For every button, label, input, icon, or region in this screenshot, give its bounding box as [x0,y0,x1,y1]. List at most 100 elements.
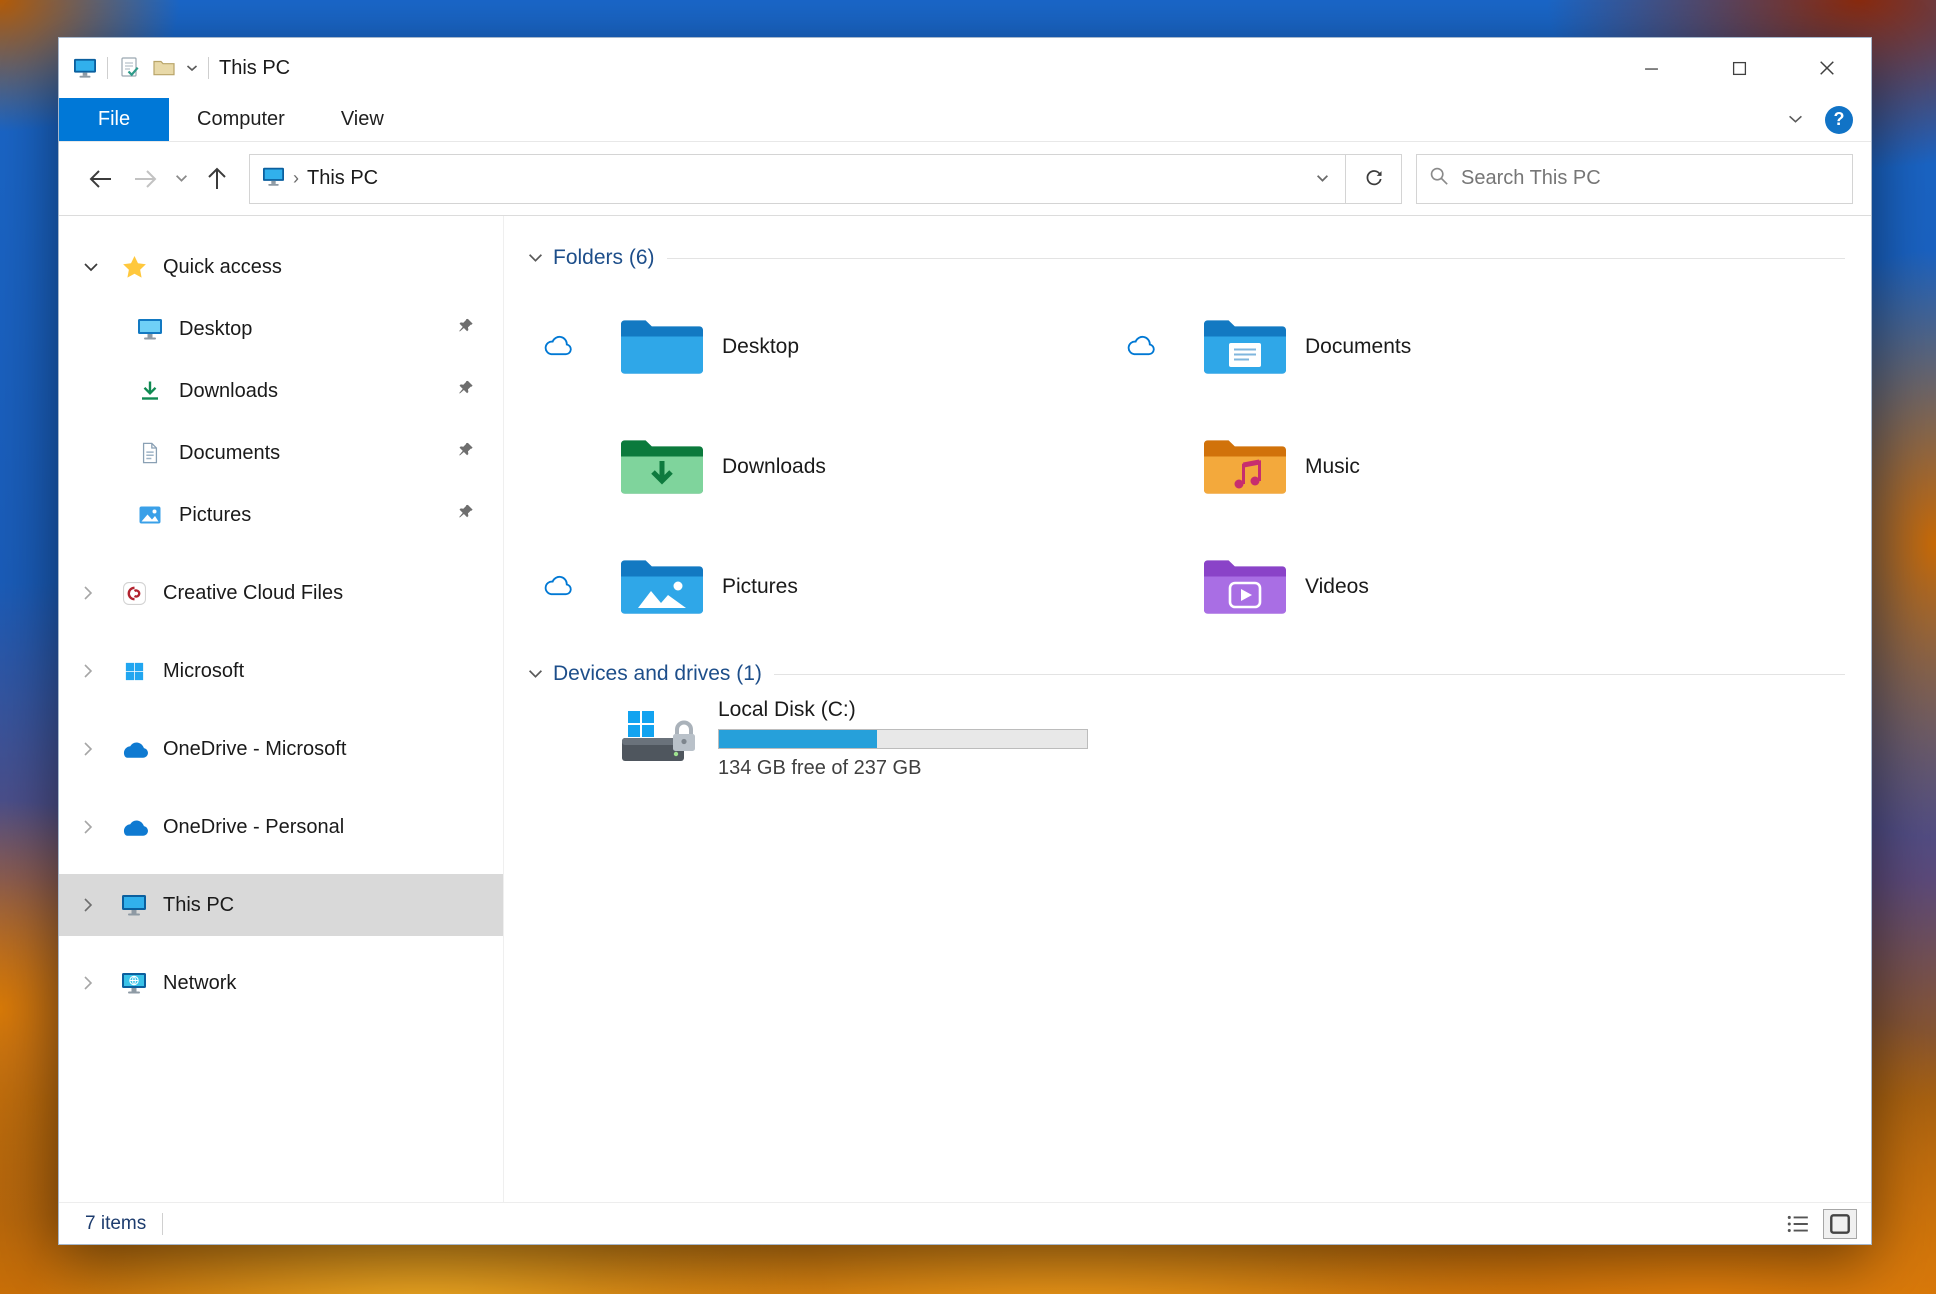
sidebar-item-microsoft[interactable]: Microsoft [59,640,503,702]
close-button[interactable] [1783,38,1871,98]
sidebar-item-creative-cloud-files[interactable]: Creative Cloud Files [59,562,503,624]
chevron-right-icon[interactable] [83,741,117,757]
search-box [1416,153,1853,204]
search-input[interactable] [1461,167,1840,190]
properties-icon[interactable] [118,56,142,80]
tab-computer[interactable]: Computer [169,98,313,141]
sidebar-item-label: This PC [163,893,235,916]
sidebar-item-label: Microsoft [163,659,245,682]
minimize-button[interactable] [1607,38,1695,98]
qat-dropdown-icon[interactable] [186,64,198,72]
sidebar-item-pictures[interactable]: Pictures [59,484,503,546]
items-count: 7 items [85,1212,147,1234]
sidebar-item-label: Creative Cloud Files [163,581,344,604]
help-button[interactable]: ? [1825,105,1853,134]
tile-local-disk-c[interactable]: Local Disk (C:) 134 GB free of 237 GB [528,698,1845,780]
window-title: This PC [219,56,291,79]
new-folder-icon[interactable] [152,56,176,80]
collapse-group-icon[interactable] [528,669,543,679]
chevron-right-icon[interactable] [83,975,117,991]
pin-icon [456,503,475,528]
navigation-bar: › This PC [59,142,1871,216]
chevron-right-icon[interactable] [83,897,117,913]
tile-label: Downloads [722,455,826,478]
onedrive-icon [117,740,151,759]
status-bar: 7 items [59,1202,1871,1244]
titlebar-divider [208,57,209,79]
cloud-status-icon [1125,334,1157,361]
chevron-right-icon[interactable] [83,585,117,601]
address-dropdown-button[interactable] [1299,155,1345,203]
folder-view: Folders (6) Desktop Documents Downloads … [504,216,1871,1202]
maximize-button[interactable] [1695,38,1783,98]
sidebar-item-this-pc[interactable]: This PC [59,874,503,936]
navigation-pane: Quick access Desktop Downloads Documents… [59,216,504,1202]
address-bar[interactable]: › This PC [249,153,1346,204]
titlebar-divider [107,57,108,79]
this-pc-icon [117,893,151,917]
sidebar-item-label: Network [163,971,237,994]
sidebar-item-onedrive-personal[interactable]: OneDrive - Personal [59,796,503,858]
chevron-right-icon[interactable] [83,819,117,835]
recent-locations-icon[interactable] [167,157,195,201]
details-view-button[interactable] [1781,1209,1815,1239]
tile-desktop[interactable]: Desktop [528,288,1111,406]
cloud-status-icon [542,574,574,601]
collapse-group-icon[interactable] [528,253,543,263]
forward-button[interactable] [123,157,167,201]
group-rule [773,673,1845,675]
network-icon [117,971,151,995]
sidebar-item-quick-access[interactable]: Quick access [59,236,503,298]
chevron-right-icon[interactable] [83,663,117,679]
music-folder-icon [1201,432,1289,502]
desktop-icon [133,317,167,341]
expand-ribbon-icon[interactable] [1788,111,1803,129]
large-icons-view-button[interactable] [1823,1208,1857,1239]
breadcrumb-root[interactable]: This PC [307,167,378,190]
tile-label: Videos [1305,575,1369,598]
disk-usage-fill [719,730,878,748]
folders-group-header[interactable]: Folders (6) [528,246,1845,270]
pictures-icon [133,503,167,527]
sidebar-item-label: OneDrive - Personal [163,815,345,838]
sidebar-item-network[interactable]: Network [59,952,503,1014]
chevron-down-icon[interactable] [83,262,117,272]
pin-icon [456,317,475,342]
tile-label: Desktop [722,335,800,358]
cloud-status-icon [542,334,574,361]
sidebar-item-onedrive-microsoft[interactable]: OneDrive - Microsoft [59,718,503,780]
breadcrumb-separator: › [293,168,299,188]
sidebar-item-desktop[interactable]: Desktop [59,298,503,360]
tile-documents[interactable]: Documents [1111,288,1845,406]
videos-folder-icon [1201,552,1289,622]
pin-icon [456,441,475,466]
file-explorer-window: This PC File Computer View ? › This PC S… [58,37,1872,1245]
tile-label: Pictures [722,575,798,598]
sidebar-item-documents[interactable]: Documents [59,422,503,484]
documents-icon [133,441,167,465]
sidebar-item-label: Downloads [179,379,278,402]
pictures-folder-icon [618,552,706,622]
back-button[interactable] [79,157,123,201]
search-icon [1429,166,1449,191]
creative-cloud-icon [117,581,151,606]
up-button[interactable] [195,157,239,201]
tab-file[interactable]: File [59,98,169,141]
tab-view[interactable]: View [313,98,412,141]
sidebar-item-downloads[interactable]: Downloads [59,360,503,422]
tile-music[interactable]: Music [1111,408,1845,526]
refresh-button[interactable] [1346,153,1402,204]
tile-videos[interactable]: Videos [1111,528,1845,646]
desktop-folder-icon [618,312,706,382]
status-divider [162,1212,164,1235]
sidebar-item-label: OneDrive - Microsoft [163,737,347,760]
group-title: Devices and drives (1) [553,662,762,685]
microsoft-icon [117,660,151,683]
tile-downloads[interactable]: Downloads [528,408,1111,526]
pin-icon [456,379,475,404]
tile-pictures[interactable]: Pictures [528,528,1111,646]
address-location-icon [262,166,285,192]
sidebar-item-label: Documents [179,441,281,464]
devices-group-header[interactable]: Devices and drives (1) [528,662,1845,686]
sidebar-item-label: Pictures [179,503,252,526]
